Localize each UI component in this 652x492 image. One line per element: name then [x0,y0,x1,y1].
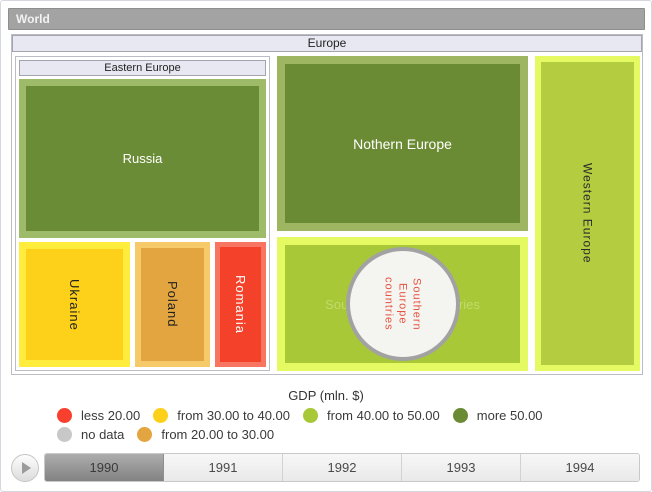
legend: GDP (mln. $) less 20.00 from 30.00 to 40… [1,388,651,442]
year-button-1991[interactable]: 1991 [164,454,283,481]
year-button-1994[interactable]: 1994 [521,454,639,481]
legend-item-20-30: from 20.00 to 30.00 [137,427,274,442]
tile-southern-europe[interactable]: Southern Europe countries Southern Europ… [277,237,528,371]
southern-europe-no-data-circle[interactable]: Southern Europe countries [346,247,460,361]
legend-label: from 20.00 to 30.00 [161,427,274,442]
tile-northern-europe-label: Nothern Europe [353,136,452,152]
tile-poland-label: Poland [165,281,180,327]
legend-title: GDP (mln. $) [1,388,651,403]
legend-label: from 40.00 to 50.00 [327,408,440,423]
play-icon [22,462,31,474]
legend-label: less 20.00 [81,408,140,423]
legend-label: more 50.00 [477,408,543,423]
legend-swatch-gray [57,427,72,442]
tile-northern-europe[interactable]: Nothern Europe [277,56,528,231]
timeline-years: 1990 1991 1992 1993 1994 [44,453,640,482]
legend-item-40-50: from 40.00 to 50.00 [303,408,440,423]
eastern-europe-group-header[interactable]: Eastern Europe [19,60,266,76]
southern-label-line-1: Southern [410,277,424,331]
eastern-europe-bottom-row: Ukraine Poland Romania [19,242,266,367]
tile-russia-label: Russia [123,151,163,166]
eastern-europe-group: Eastern Europe Russia Ukraine Poland Ro [15,56,270,371]
legend-item-less-20: less 20.00 [57,408,140,423]
middle-column: Nothern Europe Southern Europe countries… [277,56,528,371]
year-button-1990[interactable]: 1990 [45,454,164,481]
legend-item-no-data: no data [57,427,124,442]
legend-label: no data [81,427,124,442]
legend-swatch-dark-green [453,408,468,423]
tile-ukraine-label: Ukraine [67,279,82,331]
europe-group-header[interactable]: Europe [12,35,642,52]
tile-ukraine[interactable]: Ukraine [19,242,130,367]
timeline: 1990 1991 1992 1993 1994 [11,453,640,482]
southern-label-line-3: countries [382,277,396,331]
tile-romania[interactable]: Romania [215,242,266,367]
legend-item-30-40: from 30.00 to 40.00 [153,408,290,423]
year-button-1992[interactable]: 1992 [283,454,402,481]
legend-items: less 20.00 from 30.00 to 40.00 from 40.0… [43,408,609,442]
legend-swatch-yellow-green [303,408,318,423]
year-button-1993[interactable]: 1993 [402,454,521,481]
tile-western-europe[interactable]: Western Europe [535,56,640,371]
legend-swatch-orange [137,427,152,442]
tile-western-europe-label: Western Europe [581,163,595,264]
breadcrumb-world-bar[interactable]: World [8,8,645,30]
southern-label-line-2: Europe [396,277,410,331]
treemap-widget: World Europe Eastern Europe Russia Ukrai… [0,0,652,492]
eastern-europe-content: Russia Ukraine Poland Romania [19,79,266,367]
legend-swatch-yellow [153,408,168,423]
southern-europe-circle-label: Southern Europe countries [382,277,424,331]
tile-russia[interactable]: Russia [19,79,266,238]
legend-label: from 30.00 to 40.00 [177,408,290,423]
europe-content: Eastern Europe Russia Ukraine Poland Ro [15,56,640,371]
tile-romania-label: Romania [233,275,248,334]
play-button[interactable] [11,454,39,482]
tile-poland[interactable]: Poland [135,242,210,367]
europe-group: Europe Eastern Europe Russia Ukraine Pol… [11,34,643,375]
legend-swatch-red [57,408,72,423]
legend-item-more-50: more 50.00 [453,408,543,423]
